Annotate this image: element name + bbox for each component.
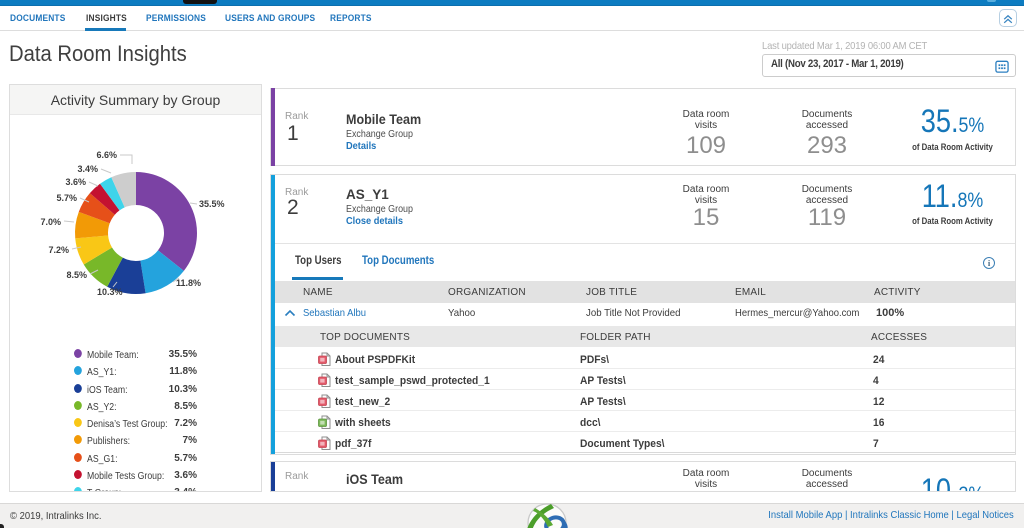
svg-text:3.6%: 3.6%: [65, 177, 86, 187]
svg-text:6.6%: 6.6%: [96, 150, 117, 160]
svg-text:11.8%: 11.8%: [176, 278, 201, 288]
svg-text:7.0%: 7.0%: [40, 217, 61, 227]
svg-text:8.5%: 8.5%: [66, 270, 87, 280]
svg-text:5.7%: 5.7%: [56, 193, 77, 203]
svg-text:3.4%: 3.4%: [77, 164, 98, 174]
svg-text:7.2%: 7.2%: [48, 245, 69, 255]
svg-text:10.3%: 10.3%: [97, 287, 123, 297]
svg-text:35.5%: 35.5%: [199, 199, 225, 209]
